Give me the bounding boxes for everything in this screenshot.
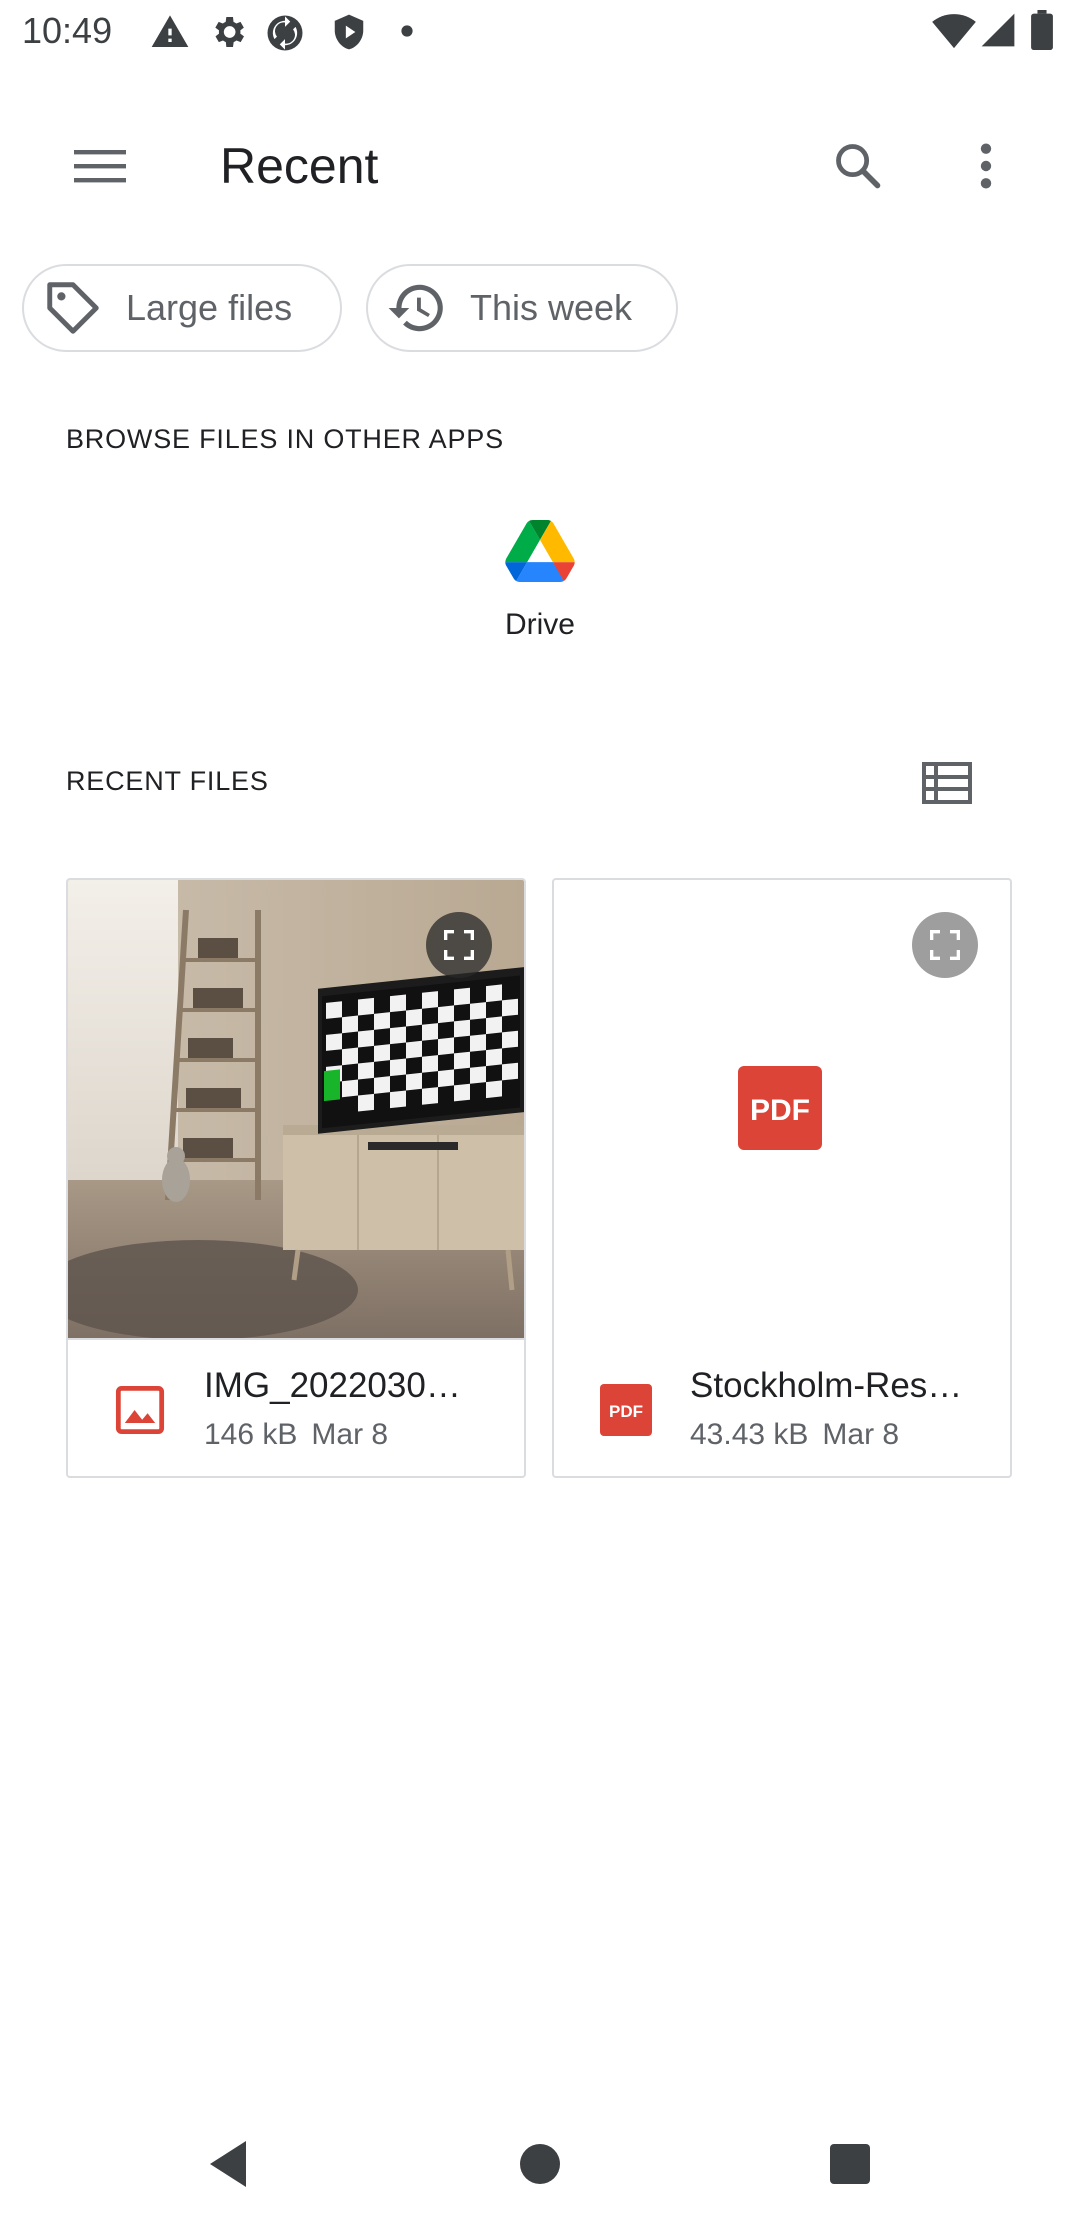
chip-label: This week (470, 287, 633, 328)
file-name: Stockholm-Res… (690, 1366, 963, 1405)
hamburger-menu-icon (74, 150, 126, 183)
file-info: PDF Stockholm-Res… 43.43 kB Mar 8 (554, 1340, 1010, 1476)
sync-icon (267, 15, 303, 51)
section-header-browse: BROWSE FILES IN OTHER APPS (66, 424, 504, 454)
wifi-icon (932, 14, 976, 49)
file-size: 43.43 kB (690, 1418, 809, 1451)
expand-preview-button[interactable] (426, 912, 492, 978)
search-icon (836, 144, 881, 189)
pdf-thumbnail: PDF (554, 880, 1010, 1338)
google-drive-icon (505, 520, 575, 582)
chip-label: Large files (126, 287, 293, 328)
section-header-recent: RECENT FILES (66, 766, 269, 796)
back-button[interactable] (188, 2124, 268, 2204)
filter-chip-this-week[interactable]: This week (366, 264, 678, 352)
file-name: IMG_2022030… (204, 1366, 461, 1405)
file-card-pdf[interactable]: PDF PDF Stockholm-Res… 43.43 kB Mar 8 (552, 878, 1012, 1478)
image-file-icon (115, 1385, 165, 1435)
fullscreen-icon (444, 930, 474, 960)
navigation-bar (0, 2100, 1080, 2220)
pdf-badge-text: PDF (750, 1094, 810, 1127)
file-meta: 43.43 kB Mar 8 (690, 1418, 899, 1452)
recents-button[interactable] (810, 2124, 890, 2204)
signal-icon (981, 13, 1015, 47)
expand-preview-button[interactable] (912, 912, 978, 978)
app-shortcut-drive[interactable]: Drive (460, 520, 620, 690)
pdf-small-badge-text: PDF (609, 1402, 643, 1421)
file-info: IMG_2022030… 146 kB Mar 8 (68, 1340, 524, 1476)
fullscreen-icon (930, 930, 960, 960)
shield-icon (334, 14, 364, 50)
more-options-button[interactable] (946, 126, 1026, 206)
dot-icon (401, 25, 413, 37)
status-bar: 10:49 (0, 0, 1080, 66)
image-thumbnail (68, 880, 524, 1338)
app-bar: Recent (0, 66, 1080, 242)
recents-icon (830, 2144, 870, 2184)
pdf-badge-icon: PDF (738, 1066, 822, 1150)
drive-label: Drive (504, 608, 575, 641)
menu-button[interactable] (60, 126, 140, 206)
status-time: 10:49 (22, 10, 113, 51)
tag-icon (47, 282, 99, 334)
page-title: Recent (220, 138, 379, 194)
home-icon (520, 2144, 560, 2184)
settings-icon (215, 17, 244, 47)
filter-chip-large-files[interactable]: Large files (22, 264, 342, 352)
search-button[interactable] (818, 126, 898, 206)
warning-icon (151, 15, 189, 48)
back-icon (210, 2141, 246, 2187)
history-icon (388, 284, 443, 332)
more-vert-icon (980, 143, 992, 189)
file-meta: 146 kB Mar 8 (204, 1418, 388, 1452)
file-size: 146 kB (204, 1418, 298, 1451)
file-date: Mar 8 (311, 1418, 389, 1451)
list-view-toggle[interactable] (912, 748, 982, 818)
home-button[interactable] (500, 2124, 580, 2204)
pdf-file-icon: PDF (600, 1384, 652, 1436)
battery-icon (1031, 10, 1053, 50)
list-view-icon (922, 762, 972, 804)
file-date: Mar 8 (822, 1418, 900, 1451)
file-card-image[interactable]: IMG_2022030… 146 kB Mar 8 (66, 878, 526, 1478)
